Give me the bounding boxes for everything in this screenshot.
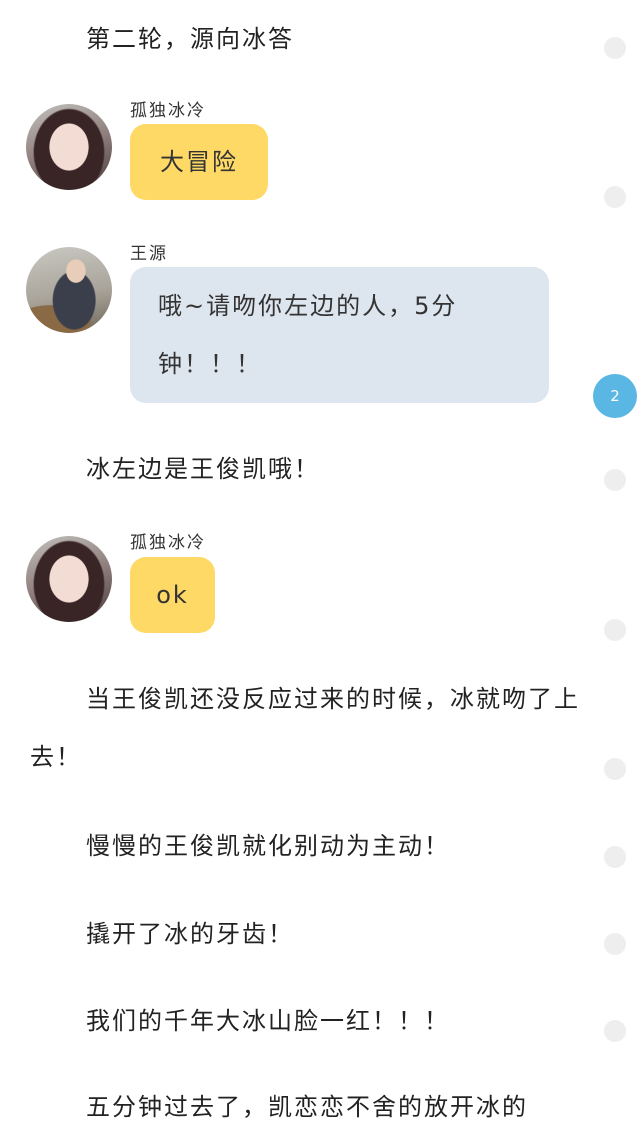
avatar[interactable] bbox=[26, 247, 112, 333]
story-paragraph: 当王俊凯还没反应过来的时候，冰就吻了上去！ bbox=[30, 685, 580, 771]
avatar[interactable] bbox=[26, 536, 112, 622]
paragraph-comment-dot[interactable] bbox=[604, 758, 626, 780]
story-paragraph: 冰左边是王俊凯哦！ bbox=[86, 455, 320, 483]
chat-bubble: 大冒险 bbox=[130, 124, 268, 200]
chat-text: 钟！！！ bbox=[158, 350, 262, 378]
chat-text: ok bbox=[156, 581, 189, 609]
paragraph-comment-dot[interactable] bbox=[604, 469, 626, 491]
paragraph-comment-dot[interactable] bbox=[604, 619, 626, 641]
paragraph-comment-badge[interactable]: 2 bbox=[593, 374, 637, 418]
chat-text: 大冒险 bbox=[160, 148, 238, 176]
paragraph-comment-dot[interactable] bbox=[604, 186, 626, 208]
paragraph-comment-dot[interactable] bbox=[604, 846, 626, 868]
sender-name: 孤独冰冷 bbox=[130, 533, 206, 553]
avatar[interactable] bbox=[26, 104, 112, 190]
chat-bubble: 哦~请吻你左边的人，5分 钟！！！ bbox=[130, 267, 549, 403]
story-paragraph: 第二轮，源向冰答 bbox=[86, 25, 294, 53]
paragraph-comment-dot[interactable] bbox=[604, 1020, 626, 1042]
chat-text: 哦~请吻你左边的人，5分 bbox=[158, 292, 458, 320]
story-paragraph: 撬开了冰的牙齿！ bbox=[86, 920, 294, 948]
story-paragraph: 慢慢的王俊凯就化别动为主动！ bbox=[86, 832, 450, 860]
story-paragraph: 五分钟过去了，凯恋恋不舍的放开冰的 bbox=[86, 1093, 528, 1121]
paragraph-comment-dot[interactable] bbox=[604, 37, 626, 59]
story-paragraph: 我们的千年大冰山脸一红！！！ bbox=[86, 1007, 450, 1035]
sender-name: 王源 bbox=[130, 244, 168, 264]
sender-name: 孤独冰冷 bbox=[130, 101, 206, 121]
paragraph-comment-dot[interactable] bbox=[604, 933, 626, 955]
chat-bubble: ok bbox=[130, 557, 215, 633]
